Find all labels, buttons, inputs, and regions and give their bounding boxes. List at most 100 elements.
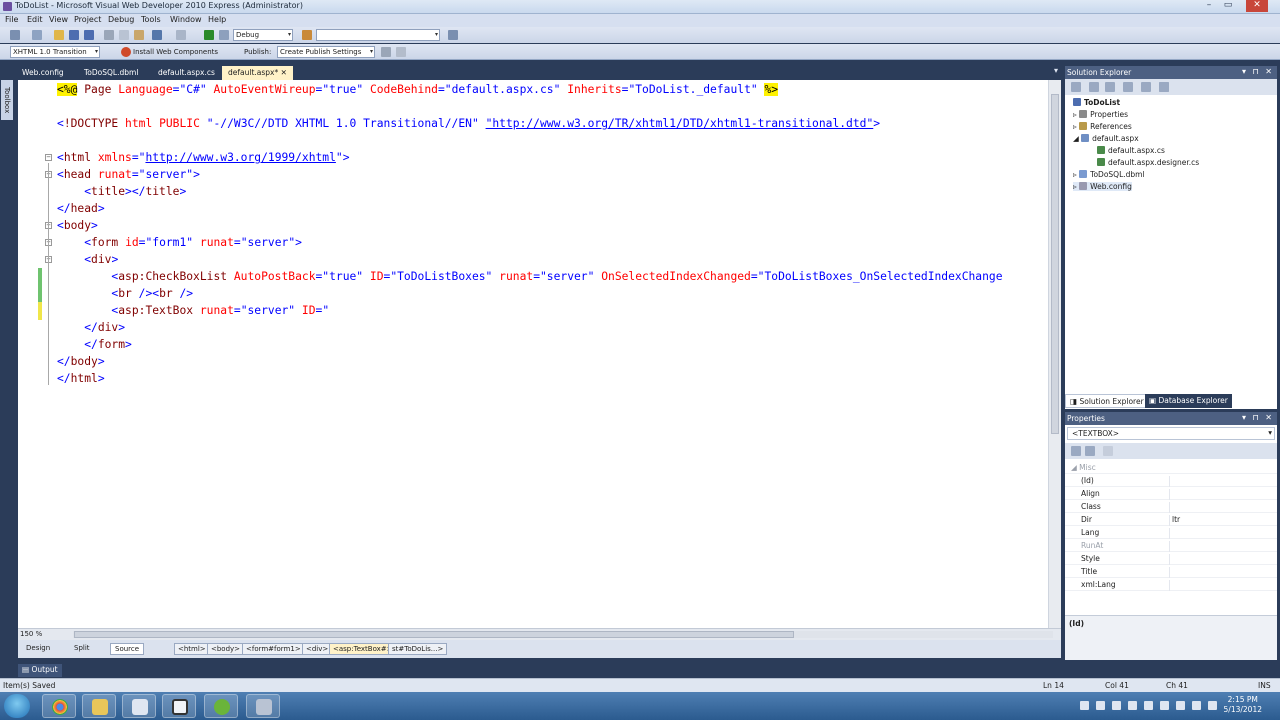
breadcrumb-checkboxlist[interactable]: st#ToDoLis...> — [388, 643, 448, 655]
property-align[interactable]: Align — [1065, 488, 1277, 500]
tab-web-config[interactable]: Web.config — [16, 66, 70, 80]
view-code-icon[interactable] — [1123, 82, 1133, 92]
tab-solution-explorer[interactable]: ◨ Solution Explorer — [1065, 394, 1149, 408]
editor-vertical-scrollbar[interactable] — [1048, 80, 1061, 628]
tray-icon[interactable] — [1128, 701, 1137, 710]
taskbar-visual-web-developer[interactable] — [246, 694, 280, 718]
tray-icon[interactable] — [1096, 701, 1105, 710]
toolbox-tab[interactable]: Toolbox — [1, 80, 13, 120]
clock[interactable]: 2:15 PM 5/13/2012 — [1224, 695, 1262, 715]
taskbar-explorer[interactable] — [82, 694, 116, 718]
menu-project[interactable]: Project — [74, 15, 101, 24]
find-in-files-icon[interactable] — [302, 30, 312, 40]
taskbar-spotify[interactable] — [204, 694, 238, 718]
start-button-icon[interactable] — [4, 694, 30, 718]
show-all-files-icon[interactable] — [1089, 82, 1099, 92]
design-view-button[interactable]: Design — [22, 643, 54, 655]
find-icon[interactable] — [219, 30, 229, 40]
open-icon[interactable] — [54, 30, 64, 40]
tree-item-web-config[interactable]: ▹ Web.config — [1073, 182, 1132, 191]
refresh-icon[interactable] — [1105, 82, 1115, 92]
tree-item-project[interactable]: ToDoList — [1073, 98, 1120, 107]
taskbar-chrome[interactable] — [42, 694, 76, 718]
breadcrumb-div[interactable]: <div> — [302, 643, 333, 655]
tray-icon[interactable] — [1192, 701, 1201, 710]
solution-config-select[interactable]: Debug ▾ — [233, 29, 293, 41]
view-designer-icon[interactable] — [1141, 82, 1151, 92]
tree-item-default-aspx-cs[interactable]: default.aspx.cs — [1097, 146, 1165, 155]
publish-settings-select[interactable]: Create Publish Settings ▾ — [277, 46, 375, 58]
property-dir[interactable]: Dir ltr — [1065, 514, 1277, 526]
tab-database-explorer[interactable]: ▣ Database Explorer — [1145, 394, 1232, 408]
menu-help[interactable]: Help — [208, 15, 226, 24]
categorized-icon[interactable] — [1071, 446, 1081, 456]
copy-website-icon[interactable] — [1159, 82, 1169, 92]
tray-icon[interactable] — [1144, 701, 1153, 710]
alphabetical-icon[interactable] — [1085, 446, 1095, 456]
split-view-button[interactable]: Split — [70, 643, 94, 655]
property-lang[interactable]: Lang — [1065, 527, 1277, 539]
property-class[interactable]: Class — [1065, 501, 1277, 513]
breadcrumb-body[interactable]: <body> — [207, 643, 245, 655]
vertical-scroll-thumb[interactable] — [1051, 94, 1059, 434]
menu-edit[interactable]: Edit — [27, 15, 43, 24]
property-style[interactable]: Style — [1065, 553, 1277, 565]
paste-icon[interactable] — [134, 30, 144, 40]
tray-icon[interactable] — [1112, 701, 1121, 710]
tree-item-designer-cs[interactable]: default.aspx.designer.cs — [1097, 158, 1199, 167]
tab-default-aspx-cs[interactable]: default.aspx.cs — [152, 66, 221, 80]
breadcrumb-textbox[interactable]: <asp:TextBox#> — [329, 643, 397, 655]
zoom-level[interactable]: 150 % — [20, 630, 42, 638]
close-tab-icon[interactable]: ✕ — [281, 68, 287, 77]
minimize-button[interactable]: – — [1200, 0, 1218, 12]
code-editor[interactable]: − − − − − <%@ Page Language="C#" AutoEve… — [18, 80, 1048, 628]
properties-icon[interactable] — [1071, 82, 1081, 92]
menu-window[interactable]: Window — [170, 15, 202, 24]
redo-icon[interactable] — [176, 30, 186, 40]
cut-icon[interactable] — [104, 30, 114, 40]
undo-icon[interactable] — [152, 30, 162, 40]
object-selector[interactable]: <TEXTBOX> ▾ — [1067, 427, 1275, 440]
menu-debug[interactable]: Debug — [108, 15, 134, 24]
options-icon[interactable] — [448, 30, 458, 40]
tray-icon[interactable] — [1208, 701, 1217, 710]
tree-item-properties[interactable]: ▹ Properties — [1073, 110, 1128, 119]
publish-icon[interactable] — [381, 47, 391, 57]
tab-default-aspx[interactable]: default.aspx* ✕ — [222, 66, 293, 80]
property-pages-icon[interactable] — [1103, 446, 1113, 456]
property-xml-lang[interactable]: xml:Lang — [1065, 579, 1277, 591]
output-tab[interactable]: ▤ Output — [18, 664, 62, 677]
tab-list-dropdown-icon[interactable]: ▾ — [1054, 66, 1058, 75]
maximize-button[interactable]: ▭ — [1219, 0, 1237, 12]
category-misc[interactable]: ◢ Misc — [1065, 462, 1277, 474]
breadcrumb-html[interactable]: <html> — [174, 643, 210, 655]
start-debugging-icon[interactable] — [204, 30, 214, 40]
save-icon[interactable] — [69, 30, 79, 40]
breadcrumb-form[interactable]: <form#form1> — [242, 643, 305, 655]
property-id[interactable]: (Id) — [1065, 475, 1277, 487]
install-web-components-button[interactable]: Install Web Components — [133, 48, 218, 56]
tab-todosql-dbml[interactable]: ToDoSQL.dbml — [78, 66, 144, 80]
horizontal-scroll-thumb[interactable] — [74, 631, 794, 638]
fold-html-icon[interactable]: − — [45, 154, 52, 161]
tray-icon[interactable] — [1080, 701, 1089, 710]
copy-icon[interactable] — [119, 30, 129, 40]
menu-view[interactable]: View — [49, 15, 68, 24]
menu-file[interactable]: File — [5, 15, 18, 24]
property-title[interactable]: Title — [1065, 566, 1277, 578]
pane-controls-icon[interactable]: ▾ ⊓ ✕ — [1242, 413, 1274, 422]
add-item-icon[interactable] — [32, 30, 42, 40]
tree-item-todosql-dbml[interactable]: ▹ ToDoSQL.dbml — [1073, 170, 1145, 179]
publish-options-icon[interactable] — [396, 47, 406, 57]
taskbar-app[interactable] — [122, 694, 156, 718]
close-button[interactable]: ✕ — [1246, 0, 1268, 12]
pane-controls-icon[interactable]: ▾ ⊓ ✕ — [1242, 67, 1274, 76]
new-project-icon[interactable] — [10, 30, 20, 40]
taskbar-window[interactable] — [162, 694, 196, 718]
tree-item-default-aspx[interactable]: ◢ default.aspx — [1073, 134, 1139, 143]
property-runat[interactable]: RunAt — [1065, 540, 1277, 552]
tray-icon[interactable] — [1176, 701, 1185, 710]
save-all-icon[interactable] — [84, 30, 94, 40]
doctype-select[interactable]: XHTML 1.0 Transition ▾ — [10, 46, 100, 58]
tray-icon[interactable] — [1160, 701, 1169, 710]
